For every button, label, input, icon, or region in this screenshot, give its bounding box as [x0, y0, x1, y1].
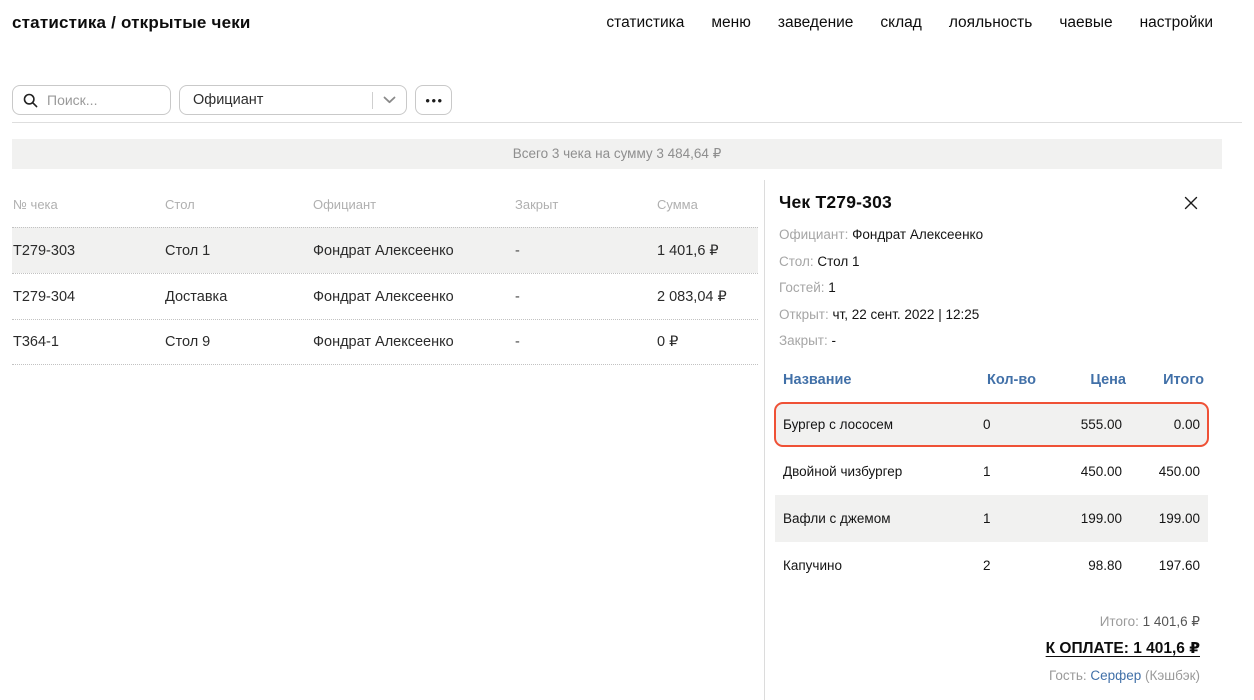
sum-cell: 1 401,6 ₽: [657, 243, 758, 259]
check-panel-title: Чек T279-303: [779, 192, 892, 213]
detail-table: Стол: Стол 1: [779, 249, 1200, 276]
summary-banner: Всего 3 чека на сумму 3 484,64 ₽: [12, 139, 1222, 169]
check-number-cell: T279-303: [13, 243, 165, 259]
nav-item-settings[interactable]: настройки: [1140, 14, 1213, 32]
item-price: 199.00: [1043, 511, 1122, 526]
detail-waiter: Официант: Фондрат Алексеенко: [779, 222, 1200, 249]
more-filters-button[interactable]: •••: [415, 85, 452, 115]
table-row[interactable]: T364-1 Стол 9 Фондрат Алексеенко - 0 ₽: [12, 319, 758, 365]
table-row[interactable]: T279-304 Доставка Фондрат Алексеенко - 2…: [12, 273, 758, 319]
breadcrumb: статистика / открытые чеки: [12, 13, 251, 33]
item-price: 98.80: [1043, 558, 1122, 573]
item-name: Двойной чизбургер: [779, 464, 983, 479]
detail-opened: Открыт: чт, 22 сент. 2022 | 12:25: [779, 302, 1200, 329]
table-row[interactable]: T279-303 Стол 1 Фондрат Алексеенко - 1 4…: [12, 227, 758, 273]
nav-item-tips[interactable]: чаевые: [1059, 14, 1112, 32]
item-total: 199.00: [1122, 511, 1200, 526]
detail-closed: Закрыт: -: [779, 328, 1200, 355]
summary-text: Всего 3 чека на сумму 3 484,64 ₽: [513, 146, 722, 162]
filter-bar: Официант •••: [12, 85, 452, 115]
list-item[interactable]: Двойной чизбургер 1 450.00 450.00: [779, 448, 1200, 495]
checks-table: № чека Стол Официант Закрыт Сумма T279-3…: [12, 195, 758, 365]
item-qty: 2: [983, 558, 1043, 573]
detail-guests: Гостей: 1: [779, 275, 1200, 302]
close-icon[interactable]: [1182, 194, 1200, 212]
item-total: 197.60: [1122, 558, 1200, 573]
items-table-header: Название Кол-во Цена Итого: [779, 372, 1200, 401]
waiter-cell: Фондрат Алексеенко: [313, 289, 515, 305]
sum-cell: 0 ₽: [657, 334, 758, 350]
nav-item-venue[interactable]: заведение: [778, 14, 854, 32]
item-name: Вафли с джемом: [779, 511, 983, 526]
closed-cell: -: [515, 243, 657, 259]
chevron-down-icon: [383, 96, 396, 104]
subtotal-line: Итого: 1 401,6 ₽: [779, 614, 1200, 630]
select-divider: [372, 92, 373, 109]
guest-note: (Кэшбэк): [1145, 668, 1200, 683]
item-price: 450.00: [1043, 464, 1122, 479]
col-waiter: Официант: [313, 197, 515, 212]
closed-cell: -: [515, 334, 657, 350]
check-details: Официант: Фондрат Алексеенко Стол: Стол …: [779, 222, 1200, 355]
ellipsis-icon: •••: [423, 94, 443, 107]
item-total: 450.00: [1122, 464, 1200, 479]
col-table: Стол: [165, 197, 313, 212]
table-cell: Стол 1: [165, 243, 313, 259]
search-input[interactable]: [47, 92, 160, 108]
guest-label: Гость:: [1049, 668, 1087, 683]
nav-item-statistics[interactable]: статистика: [606, 14, 684, 32]
waiter-filter-select[interactable]: Официант: [179, 85, 407, 115]
checks-table-header: № чека Стол Официант Закрыт Сумма: [12, 195, 758, 227]
col-closed: Закрыт: [515, 197, 657, 212]
col-item-price: Цена: [1047, 372, 1126, 388]
item-total: 0.00: [1122, 417, 1200, 432]
col-item-total: Итого: [1126, 372, 1204, 388]
search-box[interactable]: [12, 85, 171, 115]
amount-due-line: К ОПЛАТЕ: 1 401,6 ₽: [779, 639, 1200, 658]
item-name: Капучино: [779, 558, 983, 573]
table-cell: Стол 9: [165, 334, 313, 350]
guest-name-link[interactable]: Серфер: [1090, 668, 1141, 683]
guest-line: Гость: Серфер (Кэшбэк): [779, 668, 1200, 683]
list-item[interactable]: Капучино 2 98.80 197.60: [779, 542, 1200, 589]
col-item-name: Название: [783, 372, 987, 388]
item-name: Бургер с лососем: [779, 417, 983, 432]
check-number-cell: T364-1: [13, 334, 165, 350]
waiter-filter-label: Официант: [193, 92, 263, 108]
col-sum: Сумма: [657, 197, 758, 212]
col-check-number: № чека: [13, 197, 165, 212]
list-item[interactable]: Вафли с джемом 1 199.00 199.00: [779, 495, 1200, 542]
closed-cell: -: [515, 289, 657, 305]
check-number-cell: T279-304: [13, 289, 165, 305]
header-divider: [12, 122, 1242, 123]
item-price: 555.00: [1043, 417, 1122, 432]
check-items-table: Название Кол-во Цена Итого Бургер с лосо…: [779, 372, 1200, 589]
item-qty: 0: [983, 417, 1043, 432]
check-totals: Итого: 1 401,6 ₽ К ОПЛАТЕ: 1 401,6 ₽ Гос…: [779, 614, 1200, 683]
nav-item-loyalty[interactable]: лояльность: [949, 14, 1032, 32]
nav-item-menu[interactable]: меню: [711, 14, 750, 32]
table-cell: Доставка: [165, 289, 313, 305]
waiter-cell: Фондрат Алексеенко: [313, 243, 515, 259]
search-icon: [23, 93, 38, 108]
main-nav: статистика меню заведение склад лояльнос…: [606, 14, 1213, 32]
sum-cell: 2 083,04 ₽: [657, 289, 758, 305]
nav-item-warehouse[interactable]: склад: [880, 14, 921, 32]
top-bar: статистика / открытые чеки статистика ме…: [12, 13, 1213, 33]
item-qty: 1: [983, 464, 1043, 479]
col-item-qty: Кол-во: [987, 372, 1047, 388]
check-detail-panel: Чек T279-303 Официант: Фондрат Алексеенк…: [764, 180, 1254, 700]
waiter-cell: Фондрат Алексеенко: [313, 334, 515, 350]
list-item-highlighted[interactable]: Бургер с лососем 0 555.00 0.00: [779, 401, 1200, 448]
item-qty: 1: [983, 511, 1043, 526]
